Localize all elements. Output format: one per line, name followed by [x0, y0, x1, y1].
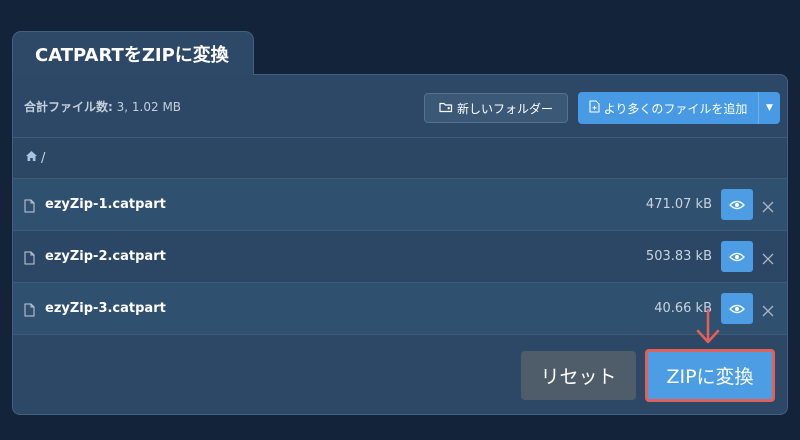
add-files-button[interactable]: より多くのファイルを追加 ▼ — [578, 92, 780, 124]
file-count: 合計ファイル数: 3, 1.02 MB — [24, 98, 181, 115]
file-name: ezyZip-2.catpart — [45, 249, 166, 264]
file-icon — [24, 302, 35, 321]
eye-icon — [729, 195, 745, 214]
convert-label: ZIPに変換 — [666, 366, 754, 388]
file-icon — [24, 198, 35, 217]
reset-label: リセット — [540, 366, 617, 388]
caret-down-icon: ▼ — [766, 103, 773, 113]
file-row: ezyZip-3.catpart 40.66 kB — [13, 282, 787, 334]
file-count-value: 3, 1.02 MB — [116, 100, 182, 114]
breadcrumb: / — [13, 137, 787, 178]
file-row: ezyZip-1.catpart 471.07 kB — [13, 178, 787, 230]
add-files-label: より多くのファイルを追加 — [603, 101, 748, 116]
reset-button[interactable]: リセット — [521, 351, 636, 400]
file-row: ezyZip-2.catpart 503.83 kB — [13, 230, 787, 282]
converter-app: CATPARTをZIPに変換 合計ファイル数: 3, 1.02 MB 新しいフォ… — [0, 0, 800, 440]
file-size: 503.83 kB — [645, 249, 712, 264]
home-icon[interactable] — [25, 150, 38, 166]
page-title-tab: CATPARTをZIPに変換 — [12, 31, 254, 75]
breadcrumb-root[interactable]: / — [41, 151, 45, 166]
preview-button[interactable] — [721, 189, 753, 220]
add-files-main[interactable]: より多くのファイルを追加 — [578, 92, 758, 124]
add-files-dropdown-toggle[interactable]: ▼ — [758, 92, 780, 124]
file-plus-icon — [589, 100, 600, 116]
file-name: ezyZip-3.catpart — [45, 301, 166, 316]
close-icon[interactable] — [762, 198, 774, 213]
preview-button[interactable] — [721, 241, 753, 272]
close-icon[interactable] — [762, 250, 774, 265]
file-icon — [24, 250, 35, 269]
toolbar: 合計ファイル数: 3, 1.02 MB 新しいフォルダー より多くのファイルを追… — [13, 75, 787, 137]
file-count-label: 合計ファイル数: — [24, 100, 113, 114]
page-title: CATPARTをZIPに変換 — [35, 44, 229, 66]
new-folder-label: 新しいフォルダー — [456, 101, 553, 116]
file-panel: 合計ファイル数: 3, 1.02 MB 新しいフォルダー より多くのファイルを追… — [12, 74, 788, 415]
action-footer: リセット ZIPに変換 — [13, 334, 787, 414]
eye-icon — [729, 299, 745, 318]
convert-button[interactable]: ZIPに変換 — [645, 349, 775, 402]
preview-button[interactable] — [721, 293, 753, 324]
folder-plus-icon — [439, 101, 453, 116]
file-name: ezyZip-1.catpart — [45, 197, 166, 212]
new-folder-button[interactable]: 新しいフォルダー — [424, 93, 568, 123]
arrow-down-icon — [694, 308, 722, 349]
close-icon[interactable] — [762, 302, 774, 317]
file-size: 471.07 kB — [645, 197, 712, 212]
eye-icon — [729, 247, 745, 266]
